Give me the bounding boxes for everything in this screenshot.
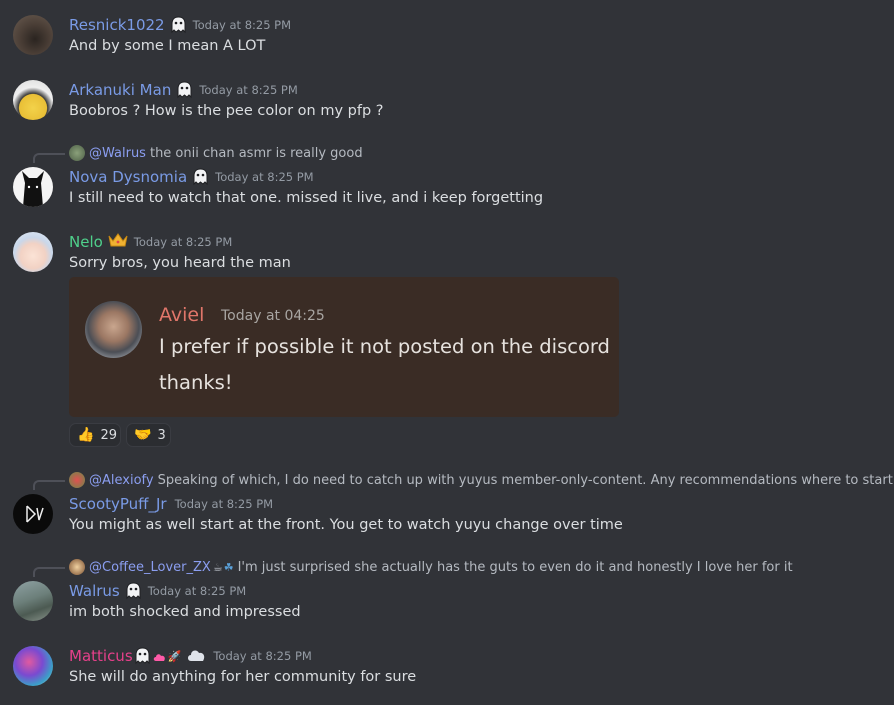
author-name[interactable]: Nova Dysnomia — [69, 168, 187, 186]
timestamp: Today at 8:25 PM — [215, 170, 314, 184]
reply-connector — [33, 567, 65, 577]
message-text: Boobros ? How is the pee color on my pfp… — [69, 103, 384, 119]
message-text: im both shocked and impressed — [69, 604, 301, 620]
reply-text: Speaking of which, I do need to catch up… — [157, 472, 893, 488]
avatar[interactable] — [13, 15, 53, 55]
message-text: You might as well start at the front. Yo… — [69, 517, 623, 533]
avatar[interactable] — [13, 494, 53, 534]
timestamp: Today at 8:25 PM — [192, 18, 292, 32]
reply-connector — [33, 153, 65, 163]
author-name[interactable]: Matticus — [69, 647, 133, 665]
embed-text-line-2: thanks! — [159, 371, 233, 394]
coffee-icon: ☕ — [212, 560, 223, 574]
embed-avatar — [85, 301, 142, 358]
author-name[interactable]: Nelo — [69, 233, 103, 251]
reply-preview[interactable]: @Coffee_Lover_ZX ☕ ☘ I'm just surprised … — [69, 558, 793, 576]
embed-text-line-1: I prefer if possible it not posted on th… — [159, 335, 610, 358]
ghost-badge-icon — [134, 647, 151, 665]
reply-mention[interactable]: @Alexiofy — [89, 473, 154, 488]
author-name[interactable]: Arkanuki Man — [69, 81, 171, 99]
rocket-icon: 🚀 — [167, 649, 182, 663]
timestamp: Today at 8:25 PM — [213, 649, 312, 663]
ghost-badge-icon — [192, 168, 209, 186]
reply-avatar — [69, 559, 85, 575]
avatar[interactable] — [13, 646, 53, 686]
message-text: I still need to watch that one. missed i… — [69, 190, 544, 206]
reaction-count: 3 — [157, 427, 166, 443]
avatar[interactable] — [13, 232, 53, 272]
message-text: And by some I mean A LOT — [69, 38, 266, 54]
crown-badge-icon — [108, 232, 128, 253]
reply-preview[interactable]: @Alexiofy Speaking of which, I do need t… — [69, 471, 893, 489]
reply-text: the onii chan asmr is really good — [149, 145, 363, 161]
reply-mention[interactable]: @Walrus — [89, 146, 146, 161]
timestamp: Today at 8:25 PM — [147, 584, 247, 598]
ghost-badge-icon — [176, 81, 193, 99]
reply-avatar — [69, 145, 85, 161]
timestamp: Today at 8:25 PM — [199, 83, 298, 97]
reaction-count: 29 — [100, 427, 117, 443]
message-text: Sorry bros, you heard the man — [69, 255, 291, 271]
reply-connector — [33, 480, 65, 490]
reply-preview[interactable]: @Walrus the onii chan asmr is really goo… — [69, 144, 363, 162]
clover-icon: ☘ — [223, 560, 234, 574]
timestamp: Today at 8:25 PM — [133, 235, 233, 249]
ghost-badge-icon — [125, 582, 142, 600]
pink-cloud-icon — [153, 647, 167, 666]
cloud-icon — [187, 647, 207, 666]
reply-mention[interactable]: @Coffee_Lover_ZX — [89, 560, 211, 575]
timestamp: Today at 8:25 PM — [174, 497, 274, 511]
reply-text: I'm just surprised she actually has the … — [237, 559, 793, 575]
avatar[interactable] — [13, 167, 53, 207]
quoted-image-embed[interactable]: Aviel Today at 04:25 I prefer if possibl… — [69, 277, 619, 417]
message-text: She will do anything for her community f… — [69, 669, 417, 685]
author-name[interactable]: Walrus — [69, 582, 120, 600]
embed-timestamp: Today at 04:25 — [221, 308, 325, 324]
avatar[interactable] — [13, 581, 53, 621]
thumbs-up-icon: 👍 — [77, 427, 95, 443]
handshake-icon: 🤝 — [134, 427, 152, 443]
author-name[interactable]: ScootyPuff_Jr — [69, 495, 167, 513]
embed-author: Aviel — [159, 304, 205, 326]
author-name[interactable]: Resnick1022 — [69, 16, 165, 34]
reaction-thumbs-up[interactable]: 👍 29 — [69, 423, 121, 447]
ghost-badge-icon — [170, 16, 187, 34]
avatar[interactable] — [13, 80, 53, 120]
reaction-handshake[interactable]: 🤝 3 — [126, 423, 171, 447]
reply-avatar — [69, 472, 85, 488]
